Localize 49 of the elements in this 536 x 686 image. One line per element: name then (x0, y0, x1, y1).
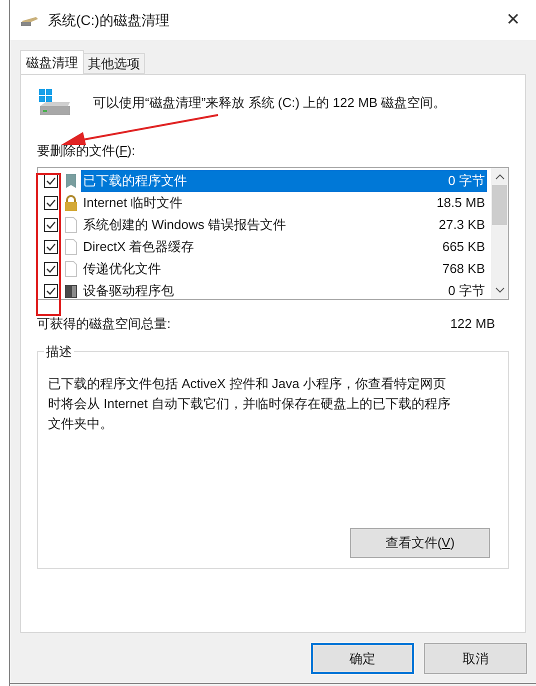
checkbox[interactable] (44, 196, 58, 210)
file-row[interactable]: 传递优化文件 768 KB (81, 258, 487, 280)
intro-text: 可以使用“磁盘清理”来释放 系统 (C:) 上的 122 MB 磁盘空间。 (93, 94, 446, 112)
description-text: 已下载的程序文件包括 ActiveX 控件和 Java 小程序，你查看特定网页时将会从 Internet 自动下载它们，并临时保存在硬盘上的已下载的程序文件夹中。 (48, 375, 452, 433)
page-icon (65, 216, 77, 232)
check-icon (46, 242, 56, 252)
file-size: 0 字节 (448, 172, 485, 190)
file-row[interactable]: DirectX 着色器缓存 665 KB (81, 236, 487, 258)
check-icon (46, 176, 56, 186)
checkbox[interactable] (44, 218, 58, 232)
file-size: 18.5 MB (436, 194, 485, 212)
driver-icon (64, 282, 78, 298)
file-name: DirectX 着色器缓存 (83, 238, 194, 256)
file-name: 传递优化文件 (83, 260, 161, 278)
total-label: 可获得的磁盘空间总量: (37, 314, 171, 332)
file-row[interactable]: 设备驱动程序包 0 字节 (81, 280, 487, 302)
checkbox[interactable] (44, 262, 58, 276)
file-name: Internet 临时文件 (83, 194, 183, 212)
file-size: 768 KB (442, 260, 485, 278)
file-row[interactable]: Internet 临时文件 18.5 MB (81, 192, 487, 214)
file-size: 27.3 KB (438, 216, 485, 234)
file-row[interactable]: 系统创建的 Windows 错误报告文件 27.3 KB (81, 214, 487, 236)
file-row[interactable]: 已下载的程序文件 0 字节 (81, 170, 487, 192)
dialog-button[interactable]: 确定 (311, 643, 414, 674)
file-name: 已下载的程序文件 (83, 172, 187, 190)
check-icon (46, 264, 56, 274)
tab[interactable]: 其他选项 (84, 53, 145, 74)
page-icon (65, 260, 77, 276)
checkbox[interactable] (44, 284, 58, 298)
scroll-thumb[interactable] (492, 184, 507, 224)
check-icon (46, 286, 56, 296)
file-size: 0 字节 (448, 282, 485, 300)
file-size: 665 KB (442, 238, 485, 256)
tab[interactable]: 磁盘清理 (20, 50, 84, 74)
page-icon (65, 238, 77, 254)
close-button[interactable]: ✕ (498, 7, 528, 33)
dialog-button[interactable]: 取消 (424, 643, 527, 674)
file-name: 设备驱动程序包 (83, 282, 174, 300)
check-icon (46, 220, 56, 230)
lock-icon (64, 194, 78, 210)
file-name: 系统创建的 Windows 错误报告文件 (83, 216, 286, 234)
drive-icon (37, 88, 73, 118)
checkbox[interactable] (44, 240, 58, 254)
files-label: 要删除的文件(F): (37, 142, 136, 160)
scrollbar[interactable] (491, 168, 508, 298)
total-value: 122 MB (450, 314, 495, 332)
window-title: 系统(C:)的磁盘清理 (48, 10, 170, 30)
check-icon (46, 198, 56, 208)
view-files-button[interactable]: 查看文件(V) (350, 528, 490, 558)
